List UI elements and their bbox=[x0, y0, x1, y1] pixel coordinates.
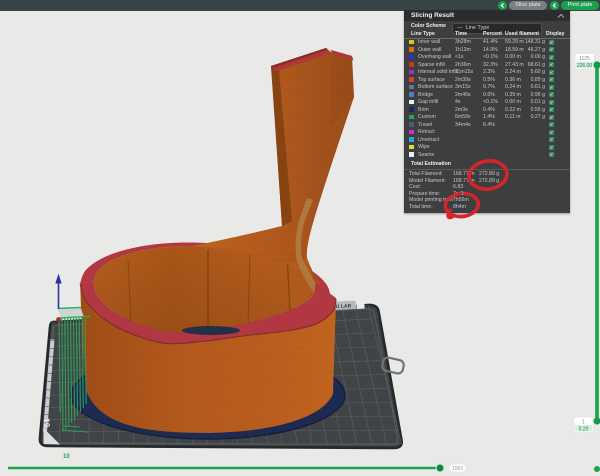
svg-text:10: 10 bbox=[63, 454, 70, 460]
svg-text:226.00: 226.00 bbox=[577, 63, 593, 69]
svg-text:0.20: 0.20 bbox=[579, 426, 589, 432]
svg-text:1: 1 bbox=[582, 420, 585, 426]
svg-text:1003: 1003 bbox=[452, 466, 463, 472]
svg-text:1125: 1125 bbox=[579, 56, 590, 62]
svg-text:01: 01 bbox=[42, 417, 52, 427]
